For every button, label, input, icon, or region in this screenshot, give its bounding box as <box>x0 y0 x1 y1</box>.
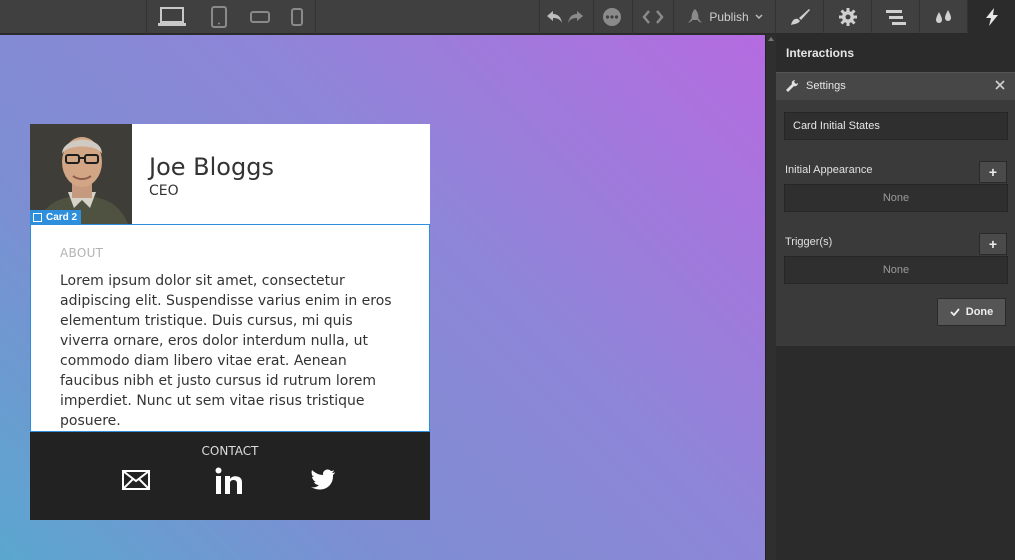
undo-button[interactable] <box>544 0 566 34</box>
done-button[interactable]: Done <box>937 298 1006 326</box>
state-name-field[interactable]: Card Initial States <box>784 112 1008 140</box>
desktop-view-button[interactable] <box>152 0 192 34</box>
mobile-landscape-icon <box>250 11 270 23</box>
mobile-landscape-view-button[interactable] <box>241 0 279 34</box>
add-initial-appearance-button[interactable]: + <box>979 161 1007 183</box>
contact-heading: CONTACT <box>201 444 259 458</box>
person-name: Joe Bloggs <box>149 153 274 181</box>
lightning-icon <box>985 8 998 26</box>
tablet-view-button[interactable] <box>200 0 238 34</box>
triggers-value: None <box>784 256 1008 284</box>
selection-label-text: Card 2 <box>46 211 78 223</box>
interactions-tab[interactable] <box>967 0 1015 34</box>
selection-label: Card 2 <box>30 210 82 224</box>
drops-icon <box>935 10 951 23</box>
about-heading: ABOUT <box>60 246 104 260</box>
desktop-icon <box>158 7 186 26</box>
publish-label: Publish <box>709 10 749 24</box>
chevron-down-icon <box>755 14 763 20</box>
redo-button[interactable] <box>565 0 585 34</box>
canvas-scrollbar[interactable] <box>765 35 776 560</box>
layers-icon <box>885 10 906 25</box>
preview-button[interactable] <box>596 0 628 34</box>
settings-body: Card Initial States Initial Appearance +… <box>776 100 1015 346</box>
profile-photo <box>30 124 132 224</box>
code-button[interactable] <box>636 0 670 34</box>
triggers-label: Trigger(s) <box>785 236 833 248</box>
mobile-portrait-view-button[interactable] <box>280 0 314 34</box>
card-header: Joe Bloggs CEO Card 2 <box>30 124 430 224</box>
plus-icon: + <box>988 236 998 252</box>
code-icon <box>642 10 664 24</box>
element-box-icon <box>33 212 42 222</box>
interactions-panel: Interactions Settings Card Initial State… <box>776 35 1015 560</box>
twitter-icon[interactable] <box>310 469 336 496</box>
gear-icon <box>838 8 857 26</box>
top-toolbar: Publish <box>0 0 775 34</box>
profile-card[interactable]: Joe Bloggs CEO Card 2 ABOUT Lorem ipsum … <box>30 124 430 520</box>
initial-appearance-label: Initial Appearance <box>785 164 873 176</box>
redo-icon <box>568 11 583 23</box>
settings-label: Settings <box>806 80 846 92</box>
swatches-tab[interactable] <box>919 0 967 34</box>
panel-tab-bar <box>775 0 1015 34</box>
publish-button[interactable]: Publish <box>680 0 770 34</box>
design-canvas[interactable]: Joe Bloggs CEO Card 2 ABOUT Lorem ipsum … <box>0 35 765 560</box>
card-footer: CONTACT <box>30 432 430 520</box>
tablet-icon <box>211 6 227 28</box>
card-body[interactable]: ABOUT Lorem ipsum dolor sit amet, consec… <box>30 224 430 432</box>
panel-title: Interactions <box>786 46 855 60</box>
wrench-icon <box>786 80 798 92</box>
settings-tab[interactable] <box>823 0 871 34</box>
settings-header: Settings <box>776 72 1015 100</box>
navigator-tab[interactable] <box>871 0 919 34</box>
linkedin-icon[interactable] <box>215 467 243 500</box>
add-trigger-button[interactable]: + <box>979 233 1007 255</box>
brush-icon <box>790 9 810 25</box>
mobile-portrait-icon <box>291 8 303 26</box>
mail-icon[interactable] <box>122 470 150 495</box>
done-label: Done <box>965 306 994 318</box>
undo-icon <box>547 11 562 23</box>
initial-appearance-value: None <box>784 184 1008 212</box>
style-tab[interactable] <box>775 0 823 34</box>
person-role: CEO <box>149 183 179 199</box>
about-text: Lorem ipsum dolor sit amet, consectetur … <box>60 273 392 429</box>
dots-icon <box>603 8 621 26</box>
rocket-icon <box>688 9 703 23</box>
plus-icon: + <box>988 164 998 180</box>
close-icon[interactable] <box>995 80 1005 90</box>
checkmark-icon <box>950 308 960 316</box>
